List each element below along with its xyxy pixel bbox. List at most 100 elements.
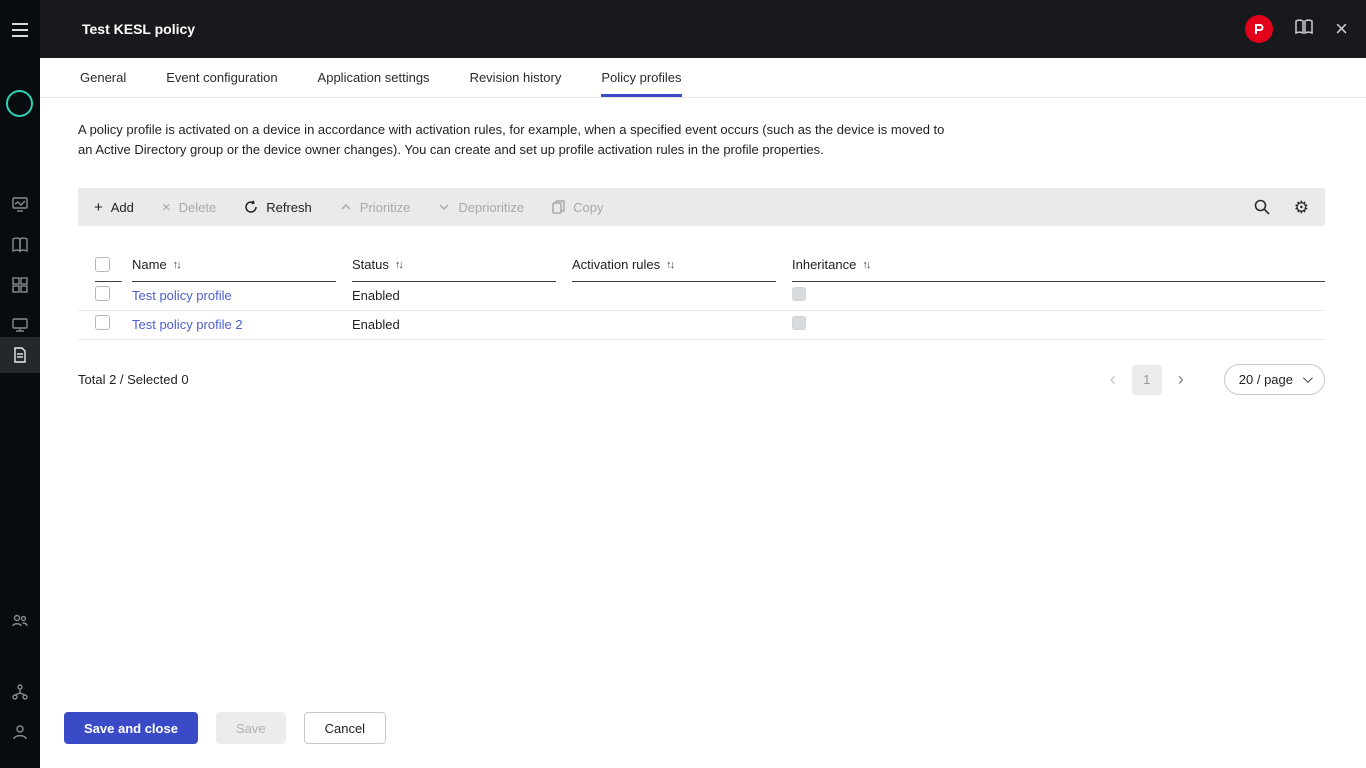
delete-button[interactable]: × Delete xyxy=(162,200,216,215)
tab-label: General xyxy=(80,70,126,85)
toolbar: + Add × Delete Refresh Prioritize D xyxy=(78,188,1325,226)
policy-profile-link[interactable]: Test policy profile xyxy=(132,288,232,303)
sort-icon: ↑↓ xyxy=(395,259,404,271)
prioritize-button[interactable]: Prioritize xyxy=(340,200,411,215)
column-header-status[interactable]: Status ↑↓ xyxy=(352,248,572,282)
tab-label: Application settings xyxy=(318,70,430,85)
selection-summary: Total 2 / Selected 0 xyxy=(78,372,189,387)
sidebar-item-policies-active[interactable] xyxy=(0,337,40,373)
delete-label: Delete xyxy=(179,200,217,215)
sidebar-item-reports[interactable] xyxy=(0,227,40,263)
help-book-icon[interactable] xyxy=(1295,19,1313,40)
tab-label: Event configuration xyxy=(166,70,277,85)
table-row: Test policy profile 2 Enabled xyxy=(78,311,1325,340)
tab-policy-profiles[interactable]: Policy profiles xyxy=(601,58,681,97)
column-label: Activation rules xyxy=(572,257,660,272)
devices-icon xyxy=(11,316,29,334)
kaspersky-logo-icon[interactable] xyxy=(1245,15,1273,43)
kaspersky-ring-logo xyxy=(6,90,33,117)
refresh-button[interactable]: Refresh xyxy=(244,200,312,215)
save-and-close-button[interactable]: Save and close xyxy=(64,712,198,744)
sidebar-item-monitoring[interactable] xyxy=(0,186,40,222)
table-header-row: Name ↑↓ Status ↑↓ Activation rules ↑↓ Inher… xyxy=(78,248,1325,282)
settings-button[interactable]: ⚙ xyxy=(1294,199,1309,216)
users-icon xyxy=(11,612,29,630)
copy-button[interactable]: Copy xyxy=(552,200,603,215)
page-title: Test KESL policy xyxy=(82,21,195,37)
status-text: Enabled xyxy=(352,288,400,303)
refresh-icon xyxy=(244,200,258,214)
search-button[interactable] xyxy=(1254,199,1270,215)
hamburger-icon xyxy=(12,23,28,37)
column-header-name[interactable]: Name ↑↓ xyxy=(132,248,352,282)
pagination-controls: ‹ 1 › 20 / page xyxy=(1104,364,1325,395)
policies-icon xyxy=(11,346,29,364)
cancel-button[interactable]: Cancel xyxy=(304,712,386,744)
save-button[interactable]: Save xyxy=(216,712,286,744)
page-size-value: 20 / page xyxy=(1239,372,1293,387)
toolbar-right: ⚙ xyxy=(1254,199,1309,216)
table-row: Test policy profile Enabled xyxy=(78,282,1325,311)
sidebar-item-hierarchy[interactable] xyxy=(0,674,40,710)
status-text: Enabled xyxy=(352,317,400,332)
tab-revision-history[interactable]: Revision history xyxy=(470,58,562,97)
refresh-label: Refresh xyxy=(266,200,312,215)
tab-bar: General Event configuration Application … xyxy=(40,58,1366,98)
column-label: Status xyxy=(352,257,389,272)
copy-label: Copy xyxy=(573,200,603,215)
deprioritize-button[interactable]: Deprioritize xyxy=(438,200,524,215)
add-label: Add xyxy=(111,200,134,215)
page-number-button[interactable]: 1 xyxy=(1132,365,1162,395)
deprioritize-label: Deprioritize xyxy=(458,200,524,215)
gear-icon: ⚙ xyxy=(1294,199,1309,216)
sidebar-item-dashboard[interactable] xyxy=(0,267,40,303)
column-label: Name xyxy=(132,257,167,272)
chevron-down-icon xyxy=(438,201,450,213)
row-checkbox[interactable] xyxy=(95,315,110,330)
sort-icon: ↑↓ xyxy=(862,259,871,271)
book-icon xyxy=(11,236,29,254)
sort-icon: ↑↓ xyxy=(666,259,675,271)
column-header-inheritance[interactable]: Inheritance ↑↓ xyxy=(792,248,1325,282)
sort-icon: ↑↓ xyxy=(173,259,182,271)
row-checkbox[interactable] xyxy=(95,286,110,301)
delete-x-icon: × xyxy=(162,200,171,215)
copy-icon xyxy=(552,200,565,214)
main-panel: Test KESL policy × General Event configu… xyxy=(40,0,1366,768)
page-size-select[interactable]: 20 / page xyxy=(1224,364,1325,395)
window-header: Test KESL policy × xyxy=(40,0,1366,58)
select-all-checkbox[interactable] xyxy=(95,257,110,272)
app-window: Test KESL policy × General Event configu… xyxy=(0,0,1366,768)
next-page-button[interactable]: › xyxy=(1172,369,1190,390)
close-icon[interactable]: × xyxy=(1335,18,1348,40)
tab-application-settings[interactable]: Application settings xyxy=(318,58,430,97)
tab-general[interactable]: General xyxy=(80,58,126,97)
add-button[interactable]: + Add xyxy=(94,200,134,215)
header-actions: × xyxy=(1245,15,1348,43)
plus-icon: + xyxy=(94,200,103,215)
chevron-up-icon xyxy=(340,201,352,213)
sidebar-item-account[interactable] xyxy=(0,714,40,750)
inheritance-checkbox xyxy=(792,287,806,301)
sidebar-item-users[interactable] xyxy=(0,603,40,639)
prev-page-button[interactable]: ‹ xyxy=(1104,369,1122,390)
column-label: Inheritance xyxy=(792,257,856,272)
hierarchy-icon xyxy=(11,683,29,701)
search-icon xyxy=(1254,199,1270,215)
user-icon xyxy=(11,723,29,741)
dialog-footer: Save and close Save Cancel xyxy=(40,712,1366,768)
header-checkbox-cell xyxy=(78,248,132,282)
menu-icon[interactable] xyxy=(0,12,40,48)
pagination-row: Total 2 / Selected 0 ‹ 1 › 20 / page xyxy=(78,364,1325,395)
chevron-down-icon xyxy=(1303,373,1313,383)
tab-label: Revision history xyxy=(470,70,562,85)
tab-event-configuration[interactable]: Event configuration xyxy=(166,58,277,97)
inheritance-checkbox xyxy=(792,316,806,330)
column-header-activation-rules[interactable]: Activation rules ↑↓ xyxy=(572,248,792,282)
policy-profile-link[interactable]: Test policy profile 2 xyxy=(132,317,243,332)
tab-label: Policy profiles xyxy=(601,70,681,85)
sidebar xyxy=(0,0,40,768)
monitoring-icon xyxy=(11,195,29,213)
description-text: A policy profile is activated on a devic… xyxy=(78,120,953,160)
grid-icon xyxy=(11,276,29,294)
